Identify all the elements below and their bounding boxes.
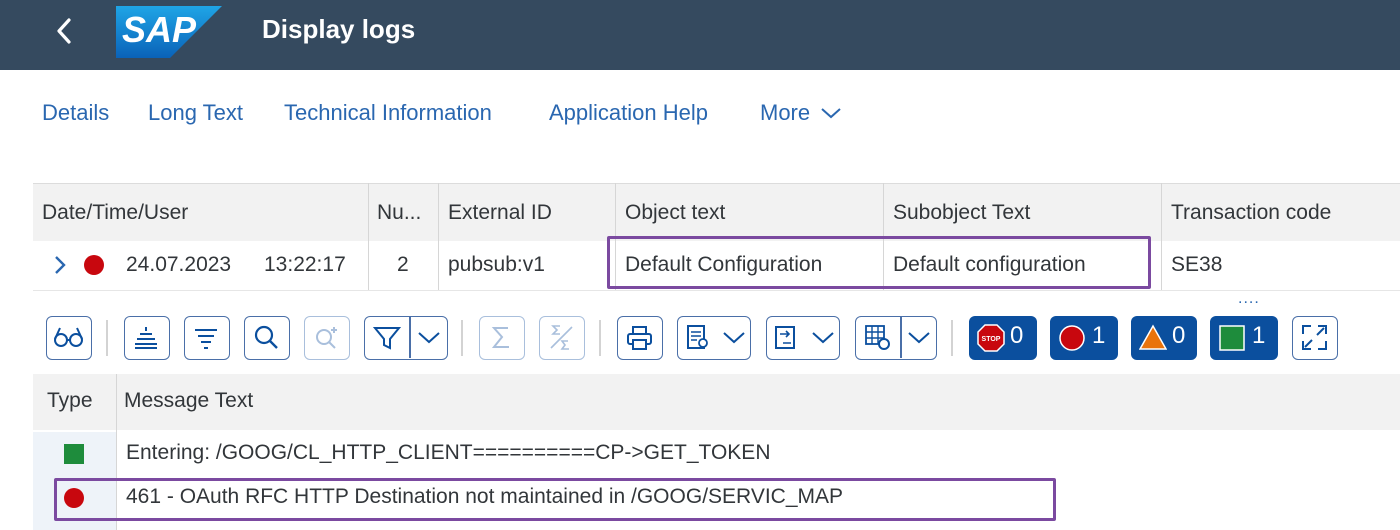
layout-icon: [775, 326, 795, 349]
log-number: 2: [397, 253, 409, 276]
print-button[interactable]: [617, 316, 663, 360]
table-row[interactable]: 24.07.2023 13:22:17 2 pubsub:v1 Default …: [33, 241, 1400, 291]
log-header-table: Date/Time/User Nu... External ID Object …: [33, 183, 1400, 291]
error-status-icon: [84, 255, 104, 275]
sort-ascending-icon: [135, 327, 157, 349]
layout-menu-button[interactable]: [766, 316, 840, 360]
type-cell: [33, 432, 116, 476]
table-row: [33, 520, 1400, 530]
success-messages-button[interactable]: 1: [1210, 316, 1278, 360]
log-table-header: Date/Time/User Nu... External ID Object …: [33, 183, 1400, 242]
warning-triangle-icon: [1139, 324, 1167, 350]
error-circle-icon: [1059, 325, 1085, 351]
log-date: 24.07.2023: [126, 253, 232, 276]
export-menu-button[interactable]: [677, 316, 751, 360]
filter-menu-button[interactable]: [364, 316, 448, 360]
warning-count: 0: [1172, 322, 1186, 349]
chevron-down-icon: [812, 332, 834, 344]
toolbar-separator: [599, 320, 601, 356]
sap-logo[interactable]: SAP: [116, 6, 222, 58]
more-label: More: [760, 100, 811, 125]
column-type[interactable]: Type: [47, 389, 93, 413]
more-indicator[interactable]: ....: [1238, 290, 1260, 308]
expand-chevron-icon[interactable]: [53, 254, 67, 276]
sort-filter-button[interactable]: [184, 316, 230, 360]
table-row[interactable]: Entering: /GOOG/CL_HTTP_CLIENT==========…: [33, 432, 1400, 477]
column-object-text[interactable]: Object text: [625, 201, 725, 225]
print-icon: [627, 326, 652, 350]
log-transaction-code: SE38: [1171, 253, 1223, 276]
total-button[interactable]: [479, 316, 525, 360]
export-icon: [687, 325, 708, 349]
type-cell: [33, 476, 116, 520]
log-subobject-text: Default configuration: [893, 253, 1086, 276]
warning-messages-button[interactable]: 0: [1131, 316, 1197, 360]
toolbar-separator: [461, 320, 463, 356]
stop-messages-button[interactable]: STOP 0: [969, 316, 1037, 360]
sort-ascending-button[interactable]: [124, 316, 170, 360]
technical-information-link[interactable]: Technical Information: [284, 100, 492, 126]
type-cell: [33, 520, 116, 530]
sap-logo-text: SAP: [122, 9, 197, 50]
success-square-icon: [64, 444, 84, 464]
settings-menu-button[interactable]: [855, 316, 937, 360]
stop-sign-icon: STOP: [977, 324, 1005, 352]
filter-icon: [372, 327, 402, 350]
search-next-icon: [316, 327, 337, 349]
column-transaction-code[interactable]: Transaction code: [1171, 201, 1331, 225]
shell-bar: SAP Display logs: [0, 0, 1400, 70]
column-divider[interactable]: [615, 183, 616, 290]
more-menu-button[interactable]: More: [760, 100, 842, 126]
error-count: 1: [1092, 322, 1106, 349]
chevron-down-icon: [723, 332, 745, 344]
error-messages-button[interactable]: 1: [1050, 316, 1118, 360]
message-text: Entering: /GOOG/CL_HTTP_CLIENT==========…: [126, 441, 771, 464]
column-number[interactable]: Nu...: [377, 201, 421, 225]
column-external-id[interactable]: External ID: [448, 201, 552, 225]
long-text-link[interactable]: Long Text: [148, 100, 243, 126]
page-title: Display logs: [262, 14, 416, 44]
glasses-icon: [54, 327, 83, 347]
application-help-link[interactable]: Application Help: [549, 100, 708, 126]
sort-filter-icon: [195, 329, 217, 349]
chevron-down-icon: [418, 332, 440, 344]
find-next-button[interactable]: [304, 316, 350, 360]
success-count: 1: [1252, 322, 1266, 349]
sum-icon: [491, 327, 509, 348]
column-subobject-text[interactable]: Subobject Text: [893, 201, 1030, 225]
fullscreen-button[interactable]: [1292, 316, 1338, 360]
svg-text:STOP: STOP: [982, 336, 1001, 343]
back-button[interactable]: [48, 14, 82, 48]
table-row[interactable]: 461 - OAuth RFC HTTP Destination not mai…: [33, 476, 1400, 521]
details-glasses-button[interactable]: [46, 316, 92, 360]
log-external-id: pubsub:v1: [448, 253, 545, 276]
settings-grid-icon: [865, 325, 890, 350]
find-button[interactable]: [244, 316, 290, 360]
chevron-left-icon: [57, 18, 71, 44]
toolbar-separator: [106, 320, 108, 356]
error-circle-icon: [64, 488, 84, 508]
column-divider[interactable]: [883, 183, 884, 290]
chevron-down-icon: [908, 332, 930, 344]
log-time: 13:22:17: [264, 253, 346, 276]
details-link[interactable]: Details: [42, 100, 109, 126]
subtotal-button[interactable]: [539, 316, 585, 360]
subtotal-icon: [550, 325, 573, 350]
message-text: 461 - OAuth RFC HTTP Destination not mai…: [126, 485, 844, 508]
column-divider[interactable]: [116, 374, 117, 530]
toolbar-separator: [951, 320, 953, 356]
column-divider[interactable]: [1161, 183, 1162, 290]
messages-table-header: Type Message Text: [33, 374, 1400, 430]
column-divider[interactable]: [368, 183, 369, 290]
log-object-text: Default Configuration: [625, 253, 823, 276]
stop-count: 0: [1010, 322, 1024, 349]
column-divider[interactable]: [438, 183, 439, 290]
column-date-time-user[interactable]: Date/Time/User: [42, 201, 188, 225]
success-square-icon: [1219, 325, 1245, 351]
fullscreen-icon: [1302, 325, 1327, 350]
messages-table: Type Message Text Entering: /GOOG/CL_HTT…: [33, 374, 1400, 530]
chevron-down-icon: [821, 108, 841, 119]
column-message-text[interactable]: Message Text: [124, 389, 253, 413]
search-icon: [254, 325, 278, 349]
